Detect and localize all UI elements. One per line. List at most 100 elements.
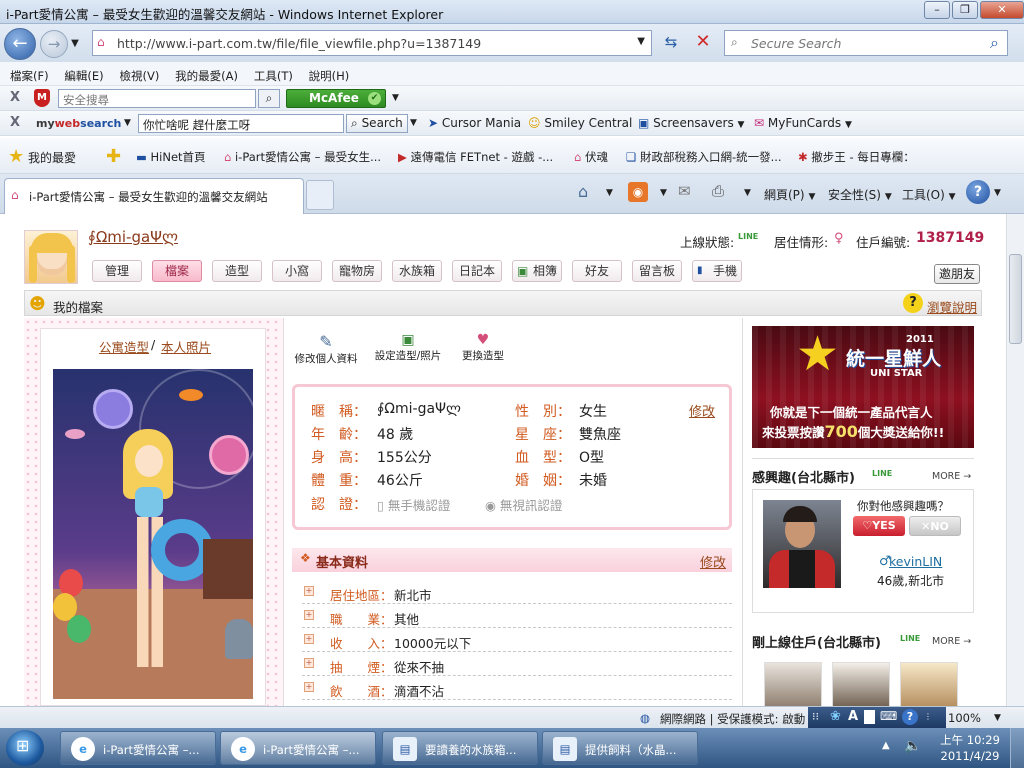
search-input[interactable]: ⌕ Secure Search ⌕	[724, 30, 1008, 56]
home-icon[interactable]: ⌂	[578, 182, 588, 201]
safe-search-input[interactable]: 安全搜尋	[58, 89, 256, 108]
restore-button[interactable]: ❐	[952, 1, 978, 19]
clock-time[interactable]: 上午 10:29	[940, 732, 1000, 748]
info-edit-link[interactable]: 修改	[689, 401, 715, 420]
taskbar-item-doc-1[interactable]: ▤ 要讀養的水族箱...	[382, 731, 538, 765]
tab-manage[interactable]: 管理	[92, 260, 142, 282]
set-avatar-photo-action[interactable]: ▣ 設定造型/照片	[368, 332, 448, 372]
new-tab-button[interactable]	[306, 180, 334, 210]
tab-avatar[interactable]: 造型	[212, 260, 262, 282]
favorites-button[interactable]: ★ 我的最愛	[8, 146, 76, 167]
safety-menu[interactable]: 安全性(S) ▼	[828, 186, 892, 203]
minimize-button[interactable]: –	[924, 1, 950, 19]
ime-help-icon[interactable]: ?	[902, 709, 918, 725]
tab-ipart[interactable]: ⌂ i-Part愛情公寓 – 最受女生歡迎的溫馨交友網站	[4, 178, 304, 214]
fav-hinet[interactable]: ▬ HiNet首頁	[136, 149, 206, 165]
ime-a-icon[interactable]: A	[848, 709, 858, 724]
ime-full-half-icon[interactable]	[864, 710, 875, 724]
print-dropdown-icon[interactable]: ▼	[744, 188, 751, 198]
url-input[interactable]: ⌂ http://www.i-part.com.tw/file/file_vie…	[92, 30, 652, 56]
zoom-level[interactable]: 100%	[948, 711, 981, 725]
toolbar2-close-button[interactable]: X	[10, 115, 20, 130]
basic-data-edit-link[interactable]: 修改	[700, 552, 726, 571]
search-go-icon[interactable]: ⌕	[990, 33, 999, 53]
myfuncards-dropdown-icon[interactable]: ▼	[845, 120, 852, 130]
show-desktop-button[interactable]	[1010, 728, 1024, 768]
ime-keyboard-icon[interactable]: ⌨	[880, 709, 897, 723]
volume-icon[interactable]: 🔈	[904, 738, 921, 754]
tab-friends[interactable]: 好友	[572, 260, 622, 282]
rss-dropdown-icon[interactable]: ▼	[660, 188, 667, 198]
mail-icon[interactable]: ✉	[678, 182, 691, 200]
taskbar-item-ie-1[interactable]: e i-Part愛情公寓 –...	[60, 731, 216, 765]
taskbar-item-doc-2[interactable]: ▤ 提供飼料（水晶...	[542, 731, 698, 765]
real-photo-tab[interactable]: 本人照片	[161, 337, 211, 356]
cursor-mania-link[interactable]: ➤ Cursor Mania	[428, 116, 521, 130]
suggested-user-name[interactable]: kevinLIN	[889, 554, 942, 569]
tab-aquarium[interactable]: 水族箱	[392, 260, 442, 282]
menu-help[interactable]: 說明(H)	[299, 62, 350, 84]
back-button[interactable]: ←	[4, 28, 36, 60]
edit-profile-action[interactable]: ✎ 修改個人資料	[290, 332, 362, 372]
vertical-scrollbar[interactable]	[1006, 214, 1024, 706]
suggested-user-photo[interactable]	[763, 500, 841, 588]
stop-icon[interactable]: ✕	[690, 31, 716, 55]
fav-column[interactable]: ✱ 撤步王 - 每日專欄：	[798, 149, 915, 165]
fav-ipart[interactable]: ⌂ i-Part愛情公寓 – 最受女生...	[224, 149, 381, 165]
compatibility-refresh-icon[interactable]: ⇆	[658, 31, 684, 55]
clock-date[interactable]: 2011/4/29	[940, 749, 1000, 763]
mcafee-dropdown-icon[interactable]: ▼	[392, 93, 399, 103]
menu-file[interactable]: 檔案(F)	[0, 62, 49, 84]
recent-user-2[interactable]	[832, 662, 890, 706]
ime-options-icon[interactable]: ⋮	[924, 712, 932, 721]
tab-mobile[interactable]: ▮ 手機	[692, 260, 742, 282]
url-dropdown-icon[interactable]: ▼	[637, 36, 645, 47]
interest-no-button[interactable]: ✕NO	[909, 516, 961, 536]
tab-profile[interactable]: 檔案	[152, 260, 202, 282]
add-favorite-icon[interactable]: ✚	[106, 146, 121, 167]
mcafee-button[interactable]: McAfee ✔	[286, 89, 386, 108]
invite-friends-button[interactable]: 邀朋友	[934, 264, 980, 284]
help-dropdown-icon[interactable]: ▼	[994, 188, 1001, 198]
recent-pages-dropdown[interactable]: ▼	[68, 33, 82, 57]
logo-dropdown-icon[interactable]: ▼	[124, 118, 131, 128]
rss-icon[interactable]: ◉	[628, 182, 648, 202]
fav-tax[interactable]: ❏ 財政部稅務入口網-統一發...	[626, 149, 782, 165]
tools-menu[interactable]: 工具(O) ▼	[902, 186, 956, 203]
tab-album[interactable]: ▣ 相簿	[512, 260, 562, 282]
avatar-scene-image[interactable]	[53, 369, 253, 699]
recent-more-link[interactable]: MORE →	[932, 636, 971, 647]
taskbar-item-ie-2[interactable]: e i-Part愛情公寓 –...	[220, 731, 376, 765]
screensavers-dropdown-icon[interactable]: ▼	[738, 120, 745, 130]
recent-user-1[interactable]	[764, 662, 822, 706]
help-question-icon[interactable]: ?	[903, 293, 923, 313]
start-button[interactable]: ⊞	[6, 730, 44, 766]
show-hidden-icons[interactable]: ▲	[882, 740, 890, 751]
profile-nickname[interactable]: ∮Ωmi-gaΨლ	[88, 228, 178, 246]
mywebsearch-input[interactable]: 你忙啥呢 趕什麼工呀	[138, 114, 344, 133]
toolbar-close-button[interactable]: X	[10, 90, 20, 105]
menu-view[interactable]: 檢視(V)	[110, 62, 160, 84]
menu-tools[interactable]: 工具(T)	[244, 62, 293, 84]
unistar-ad-banner[interactable]: ★ 2011 統一星鮮人 UNI STAR 你就是下一個統一產品代言人 來投票按…	[752, 326, 974, 448]
tab-pet-room[interactable]: 寵物房	[332, 260, 382, 282]
ime-mode-icon[interactable]: ❀	[830, 709, 841, 724]
tab-guestbook[interactable]: 留言板	[632, 260, 682, 282]
mywebsearch-search-button[interactable]: ⌕ Search	[346, 114, 408, 133]
avatar[interactable]	[24, 230, 78, 284]
menu-favorites[interactable]: 我的最愛(A)	[165, 62, 238, 84]
fav-fetnet[interactable]: ▶ 遠傳電信 FETnet - 遊戲 -...	[398, 149, 553, 165]
change-avatar-action[interactable]: ♥ 更換造型	[454, 332, 512, 372]
forward-button[interactable]: →	[40, 30, 68, 58]
close-button[interactable]: ✕	[980, 1, 1024, 19]
menu-edit[interactable]: 編輯(E)	[54, 62, 103, 84]
recent-user-3[interactable]	[900, 662, 958, 706]
page-menu[interactable]: 網頁(P) ▼	[764, 186, 815, 203]
tab-room[interactable]: 小窩	[272, 260, 322, 282]
ime-icon[interactable]: ⁝⁝	[812, 710, 819, 723]
search-dropdown-icon[interactable]: ▼	[410, 118, 417, 128]
interest-more-link[interactable]: MORE →	[932, 471, 971, 482]
interest-yes-button[interactable]: ♡YES	[853, 516, 905, 536]
fav-fuhun[interactable]: ⌂ 伏魂	[574, 149, 608, 165]
apartment-avatar-tab[interactable]: 公寓造型	[99, 337, 149, 356]
